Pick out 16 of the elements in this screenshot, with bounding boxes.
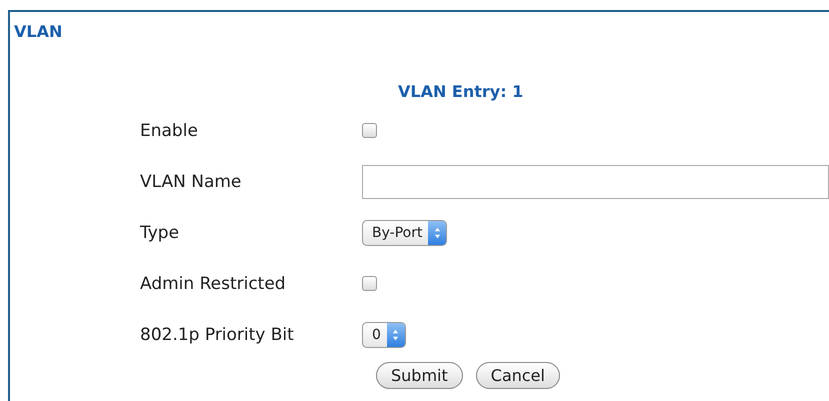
- up-down-arrows-icon: [391, 328, 400, 342]
- field-label: 802.1p Priority Bit: [140, 324, 294, 346]
- field-label: VLAN Name: [140, 170, 242, 194]
- form-button[interactable]: Cancel: [476, 362, 560, 389]
- field-label: Admin Restricted: [140, 272, 286, 296]
- field-label: Type: [140, 222, 180, 244]
- entry-heading: VLAN Entry: 1: [398, 82, 524, 101]
- dropdown[interactable]: By-Port: [362, 220, 448, 246]
- dropdown[interactable]: 0: [362, 322, 406, 348]
- field-label: Enable: [140, 120, 198, 142]
- panel-title: VLAN: [13, 21, 62, 41]
- checkbox[interactable]: [362, 123, 377, 138]
- input-field[interactable]: [362, 164, 829, 198]
- up-down-arrows-icon: [432, 226, 442, 240]
- form-button[interactable]: Submit: [376, 362, 463, 389]
- checkbox[interactable]: [362, 276, 377, 291]
